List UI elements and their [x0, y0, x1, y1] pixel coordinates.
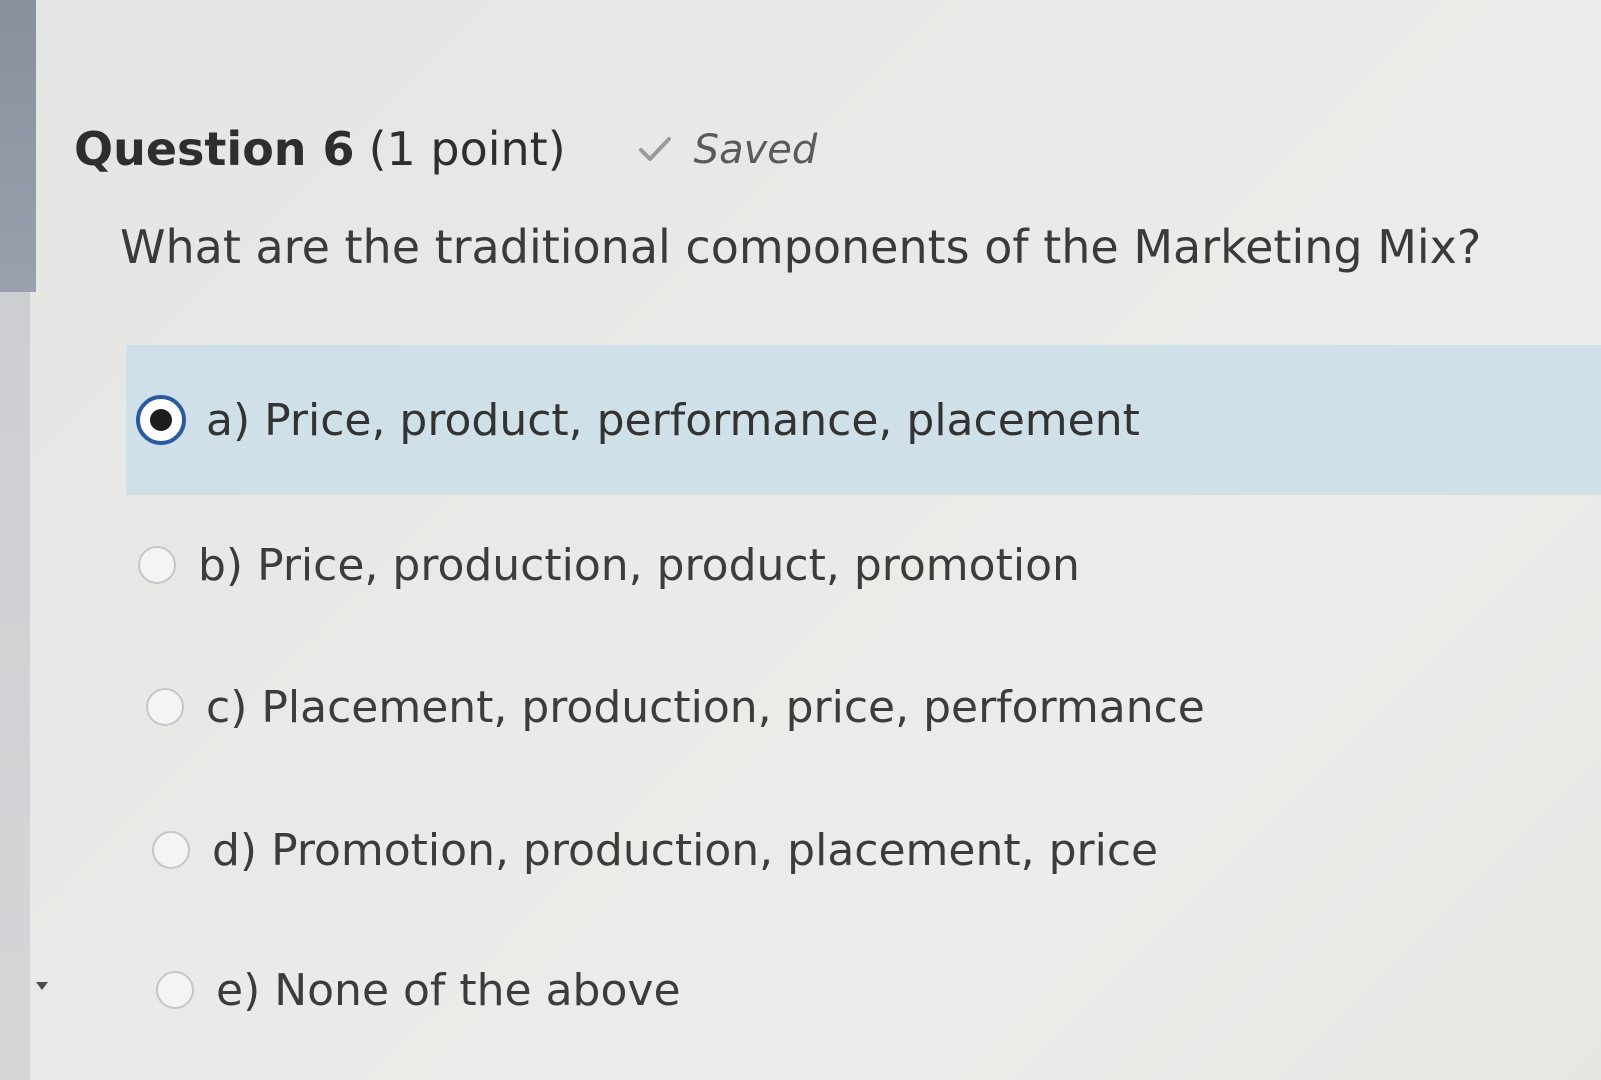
radio-button[interactable] [152, 831, 190, 869]
radio-button[interactable] [146, 688, 184, 726]
answer-option-b[interactable]: b) Price, production, product, promotion [126, 530, 1601, 600]
check-icon [638, 137, 671, 161]
current-question-indicator [0, 0, 36, 292]
answer-label: c) Placement, production, price, perform… [206, 681, 1205, 733]
answer-label: a) Price, product, performance, placemen… [206, 394, 1140, 446]
answer-option-d[interactable]: d) Promotion, production, placement, pri… [126, 815, 1601, 885]
answer-option-e[interactable]: e) None of the above [126, 955, 1601, 1025]
answer-label: e) None of the above [216, 964, 681, 1016]
question-header: Question 6 (1 point) Saved [74, 122, 817, 176]
question-prompt: What are the traditional components of t… [120, 220, 1482, 274]
question-points: (1 point) [368, 122, 566, 176]
radio-button-selected[interactable] [136, 395, 186, 445]
radio-button[interactable] [156, 971, 194, 1009]
answer-option-a[interactable]: a) Price, product, performance, placemen… [126, 345, 1601, 495]
radio-button[interactable] [138, 546, 176, 584]
question-title: Question 6 [74, 122, 355, 176]
answer-label: b) Price, production, product, promotion [198, 539, 1080, 591]
saved-label: Saved [693, 127, 818, 173]
saved-status: Saved [638, 127, 818, 173]
caret-down-icon[interactable] [36, 982, 48, 990]
answer-option-c[interactable]: c) Placement, production, price, perform… [126, 672, 1601, 742]
answer-label: d) Promotion, production, placement, pri… [212, 824, 1159, 876]
